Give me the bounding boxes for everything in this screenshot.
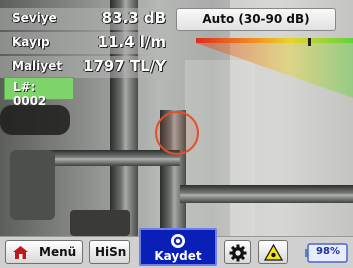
reading-level: Seviye 83.3 dB (0, 8, 170, 30)
home-icon (13, 246, 28, 259)
level-meter (196, 38, 353, 98)
menu-button-label: Menü (39, 245, 77, 259)
hisn-button-label: HiSn (95, 245, 127, 259)
reading-cost: Maliyet 1797 TL/Y (0, 56, 170, 78)
record-icon (171, 234, 185, 248)
reading-value: 11.4 l/m (97, 33, 166, 51)
settings-button[interactable] (224, 240, 251, 264)
reading-value: 1797 TL/Y (82, 57, 166, 75)
warning-icon (264, 244, 283, 261)
save-button[interactable]: Kaydet (139, 228, 217, 266)
reading-label: Seviye (12, 11, 57, 25)
range-button-label: Auto (30-90 dB) (202, 12, 310, 26)
reading-loss: Kayıp 11.4 l/m (0, 32, 170, 54)
alarm-button[interactable] (258, 240, 288, 264)
reading-value: 83.3 dB (101, 9, 166, 27)
battery-label: 98% (316, 246, 340, 257)
reading-label: Maliyet (12, 59, 62, 73)
menu-button[interactable]: Menü (5, 240, 83, 264)
save-button-label: Kaydet (154, 249, 202, 263)
reading-label: Kayıp (12, 35, 50, 49)
bottom-toolbar: Menü HiSn Kaydet 98% (0, 228, 353, 268)
target-ring (155, 111, 199, 155)
location-tag: L#: 0002 (4, 77, 74, 108)
location-tag-text: L#: 0002 (13, 80, 47, 108)
horizontal-pipe (180, 185, 353, 203)
battery-indicator: 98% (304, 243, 348, 263)
range-button[interactable]: Auto (30-90 dB) (176, 8, 336, 31)
gear-icon (229, 244, 247, 262)
hisn-button[interactable]: HiSn (89, 240, 130, 264)
